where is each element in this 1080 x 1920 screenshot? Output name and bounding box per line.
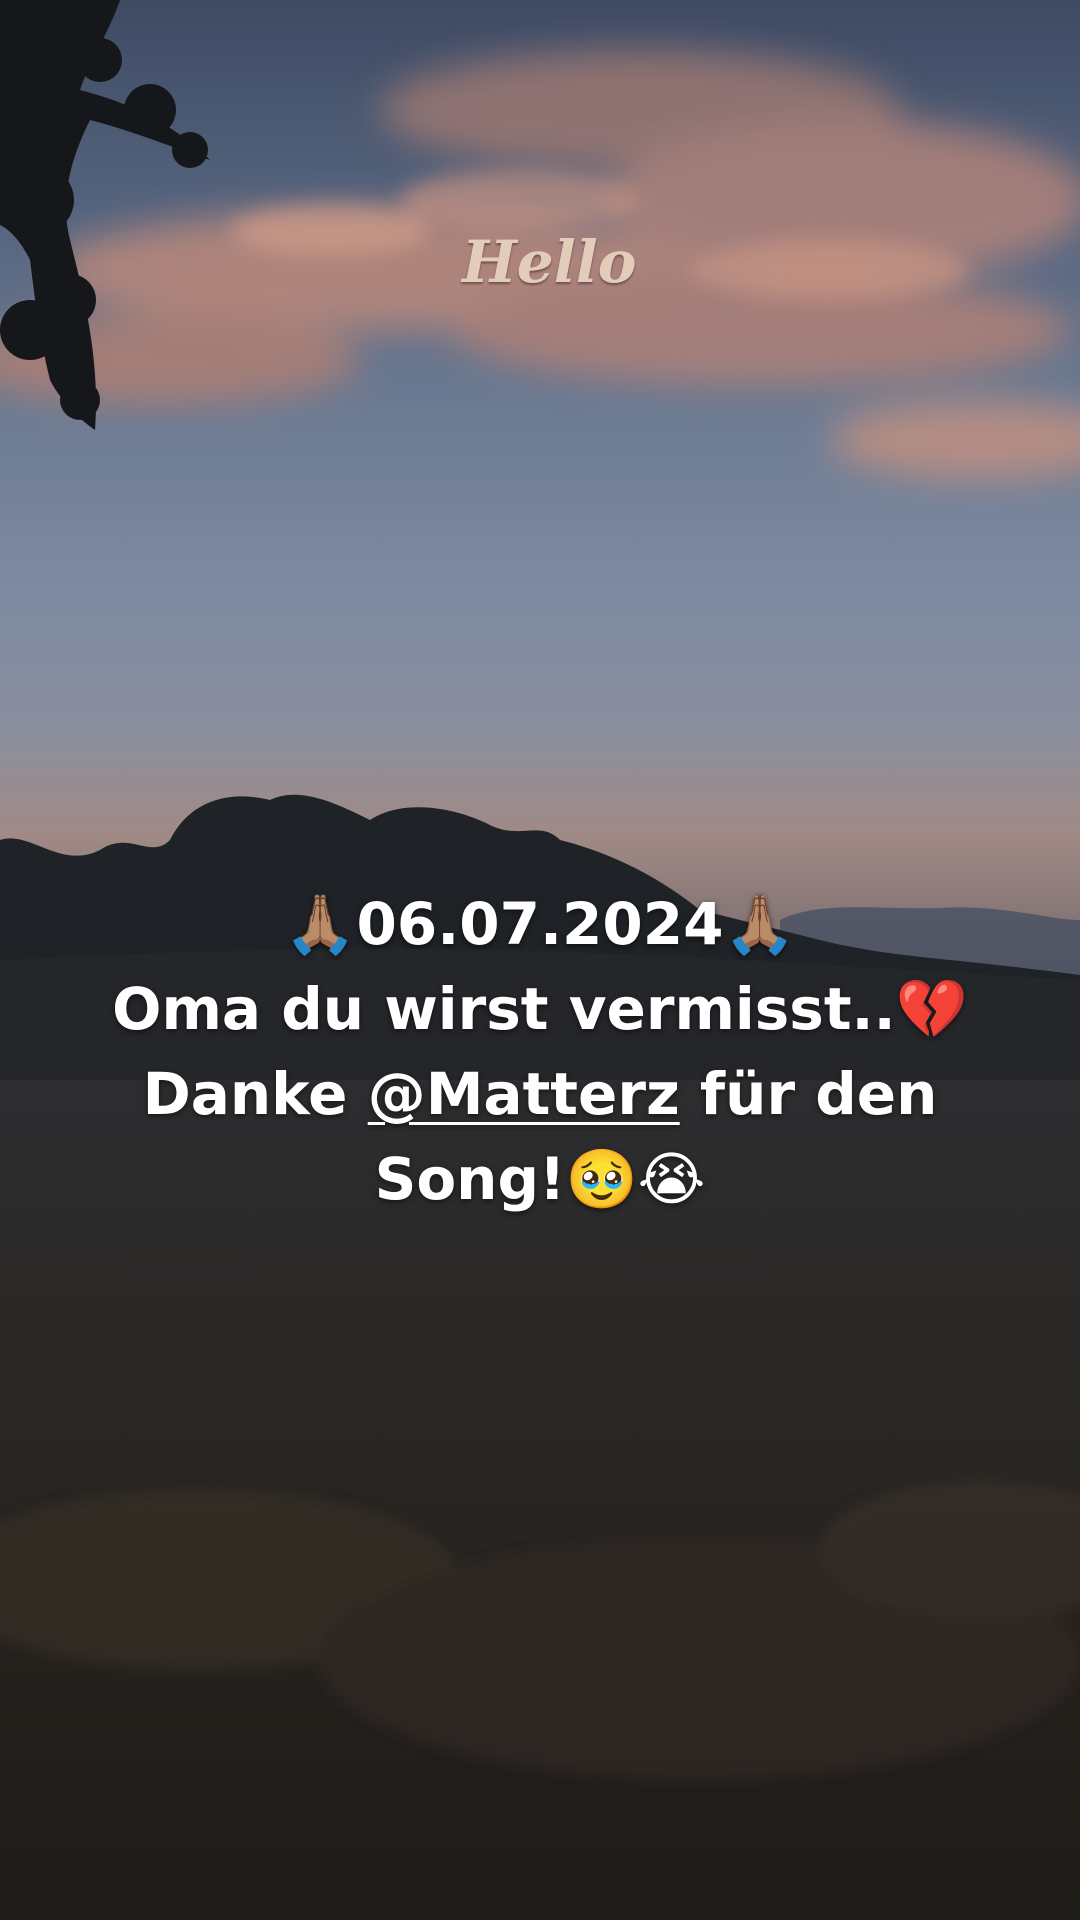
thanks-suffix: für den [679,1060,938,1128]
caption-line-thanks: Danke @Matterz für den [40,1052,1040,1137]
caption-line-message: Oma du wirst vermisst..💔 [112,975,968,1043]
hello-sticker: Hello [462,228,637,296]
mention-matterz[interactable]: @Matterz [368,1060,680,1128]
caption-line-date: 🙏🏽06.07.2024🙏🏽 [284,890,796,958]
background-photo: Hello 🙏🏽06.07.2024🙏🏽 Oma du wirst vermis… [0,0,1080,1920]
tree-branch [0,0,210,430]
caption-line-song: Song!🥹😭 [374,1145,706,1213]
thanks-prefix: Danke [142,1060,368,1128]
grass [0,1480,1080,1780]
caption-text: 🙏🏽06.07.2024🙏🏽 Oma du wirst vermisst..💔 … [40,882,1040,1222]
